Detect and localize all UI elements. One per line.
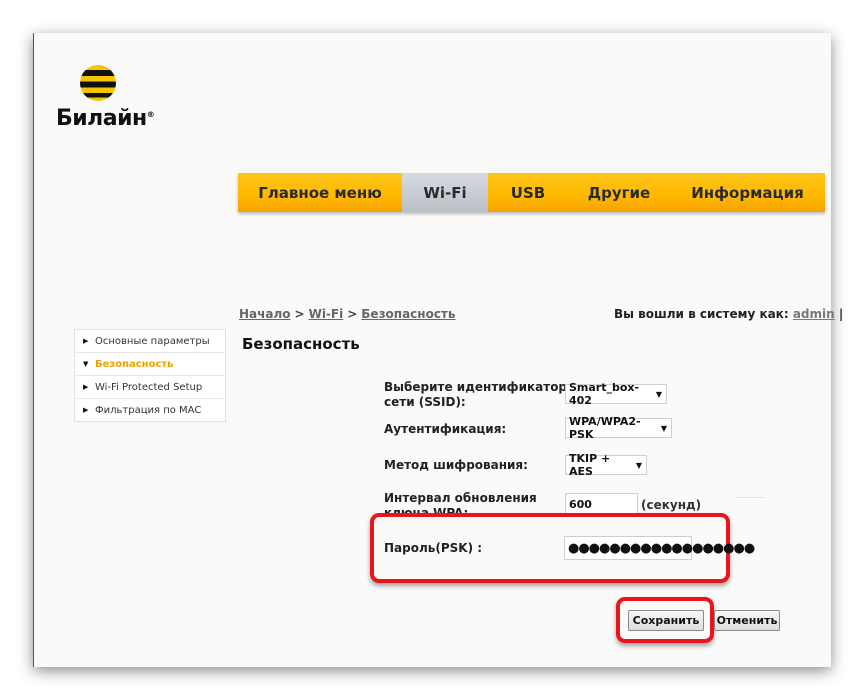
breadcrumb-security-link[interactable]: Безопасность [361, 307, 455, 321]
page-title: Безопасность [242, 335, 360, 353]
password-input[interactable]: ●●●●●●●●●●●●●●●●●● [564, 536, 755, 560]
interval-input[interactable]: 600 [565, 493, 638, 515]
triangle-right-icon: ▶ [83, 406, 89, 414]
sidebar-item-security[interactable]: ▼ Безопасность [75, 353, 225, 376]
sidebar-item-basic-params[interactable]: ▶ Основные параметры [75, 330, 225, 353]
triangle-right-icon: ▶ [83, 337, 89, 345]
triangle-down-icon: ▼ [83, 360, 89, 368]
cancel-button[interactable]: Отменить [714, 610, 780, 631]
sidebar-item-label: Wi-Fi Protected Setup [95, 381, 203, 393]
ssid-label-line2: сети (SSID): [384, 395, 466, 409]
breadcrumb-separator: > [294, 307, 305, 321]
chevron-down-icon: ▼ [655, 389, 662, 399]
interval-label-line1: Интервал обновления [384, 491, 537, 505]
nav-tab-other[interactable]: Другие [568, 173, 670, 212]
chevron-down-icon: ▼ [635, 460, 642, 470]
encryption-select-value: TKIP + AES [569, 452, 611, 478]
auth-label: Аутентификация: [384, 422, 507, 436]
beeline-logo-icon [80, 65, 116, 101]
brand-name: Билайн [56, 106, 147, 131]
sidebar-item-mac-filter[interactable]: ▶ Фильтрация по MAC [75, 399, 225, 421]
auth-select-value: WPA/WPA2-PSK [569, 415, 641, 441]
breadcrumb-separator: > [347, 307, 358, 321]
triangle-right-icon: ▶ [83, 383, 89, 391]
brand-logo-text: Билайн® [56, 106, 155, 131]
sidebar-item-label: Фильтрация по MAC [95, 404, 202, 416]
decorative-line [735, 497, 765, 498]
nav-tab-info[interactable]: Информация [670, 173, 825, 212]
chevron-down-icon: ▼ [660, 423, 667, 433]
auth-select[interactable]: WPA/WPA2-PSK ▼ [565, 415, 672, 441]
sidebar-item-label: Основные параметры [95, 335, 210, 347]
ssid-select-value: Smart_box-402 [569, 381, 640, 407]
ssid-select[interactable]: Smart_box-402 ▼ [565, 381, 667, 407]
breadcrumb: Начало > Wi-Fi > Безопасность [239, 307, 455, 321]
encryption-select[interactable]: TKIP + AES ▼ [565, 452, 647, 478]
main-nav-bar: Главное меню Wi-Fi USB Другие Информация [238, 173, 825, 212]
registered-mark: ® [146, 110, 155, 119]
sidebar-item-wps[interactable]: ▶ Wi-Fi Protected Setup [75, 376, 225, 399]
interval-unit: (секунд) [641, 498, 702, 512]
ssid-label-line1: Выберите идентификатор [384, 380, 568, 394]
breadcrumb-home-link[interactable]: Начало [239, 307, 291, 321]
login-info: Вы вошли в систему как: admin | [614, 307, 843, 321]
nav-tab-wifi[interactable]: Wi-Fi [402, 173, 488, 212]
login-prefix: Вы вошли в систему как: [614, 307, 789, 321]
nav-tab-usb[interactable]: USB [488, 173, 568, 212]
save-button[interactable]: Сохранить [628, 610, 704, 631]
wifi-sidebar-menu: ▶ Основные параметры ▼ Безопасность ▶ Wi… [74, 329, 226, 422]
sidebar-item-label: Безопасность [95, 358, 174, 370]
login-divider: | [838, 307, 844, 321]
ssid-label: Выберите идентификатор сети (SSID): [384, 380, 567, 410]
nav-tab-main-menu[interactable]: Главное меню [238, 173, 402, 212]
encryption-label: Метод шифрования: [384, 458, 528, 472]
breadcrumb-wifi-link[interactable]: Wi-Fi [309, 307, 344, 321]
login-user-link[interactable]: admin [793, 307, 835, 321]
password-label: Пароль(PSK) : [384, 541, 483, 555]
